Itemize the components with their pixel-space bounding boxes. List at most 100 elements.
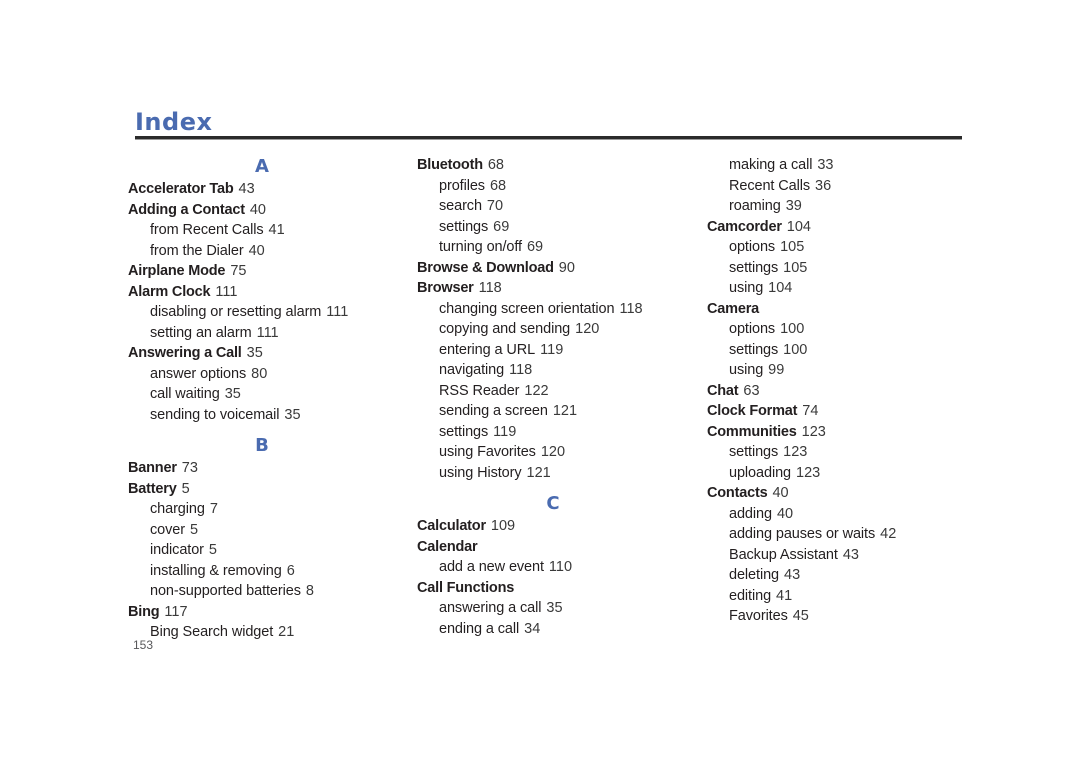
index-entry-page: 73 (181, 460, 198, 476)
index-entry-label: Favorites (729, 608, 788, 624)
index-entry-page: 109 (490, 518, 516, 534)
index-subentry[interactable]: RSS Reader 122 (417, 381, 689, 402)
index-entry[interactable]: Adding a Contact 40 (128, 200, 396, 221)
index-subentry[interactable]: add a new event 110 (417, 557, 689, 578)
index-subentry[interactable]: using Favorites 120 (417, 442, 689, 463)
index-entry-label: from the Dialer (150, 242, 244, 259)
index-entry[interactable]: Camera (707, 299, 975, 320)
index-subentry[interactable]: profiles 68 (417, 176, 689, 197)
index-subentry[interactable]: settings 119 (417, 422, 689, 443)
index-subentry[interactable]: settings 105 (707, 258, 975, 279)
index-entry[interactable]: Bluetooth 68 (417, 155, 689, 176)
index-entry-page: 123 (796, 464, 821, 481)
index-entry-page: 41 (268, 222, 285, 238)
index-entry-label: settings (729, 444, 779, 460)
index-subentry[interactable]: search 70 (417, 196, 689, 217)
index-entry-label: RSS Reader (439, 382, 520, 399)
index-subentry[interactable]: ending a call 34 (417, 619, 689, 640)
index-entry[interactable]: Clock Format 74 (707, 401, 975, 422)
index-entry-label: navigating (439, 362, 505, 378)
index-entry[interactable]: Calendar (417, 537, 689, 558)
index-entry-label: Contacts (707, 485, 768, 501)
index-entry[interactable]: Call Functions (417, 578, 689, 599)
index-subentry[interactable]: turning on/off 69 (417, 237, 689, 258)
index-subentry[interactable]: settings 123 (707, 442, 975, 463)
index-subentry[interactable]: settings 100 (707, 340, 975, 361)
index-entry-page: 5 (208, 542, 217, 558)
index-subentry[interactable]: using 104 (707, 278, 975, 299)
index-subentry[interactable]: deleting 43 (707, 565, 975, 586)
index-subentry[interactable]: using History 121 (417, 463, 689, 484)
index-entry-page: 40 (772, 485, 789, 501)
index-subentry[interactable]: copying and sending 120 (417, 319, 689, 340)
index-entry-page: 40 (249, 201, 266, 218)
index-entry-page: 105 (783, 259, 808, 276)
index-subentry[interactable]: making a call 33 (707, 155, 975, 176)
index-entry-label: Answering a Call (128, 345, 242, 361)
index-entry[interactable]: Calculator 109 (417, 516, 689, 537)
index-entry-page: 100 (783, 341, 808, 358)
index-entry-page: 45 (792, 608, 809, 624)
index-subentry[interactable]: settings 69 (417, 217, 689, 238)
page-number: 153 (133, 638, 154, 652)
index-subentry[interactable]: adding pauses or waits 42 (707, 524, 975, 545)
index-subentry[interactable]: roaming 39 (707, 196, 975, 217)
index-subentry[interactable]: Bing Search widget 21 (128, 622, 396, 643)
index-subentry[interactable]: non-supported batteries 8 (128, 581, 396, 602)
letter-heading-a: A (255, 156, 269, 177)
index-entry-label: settings (439, 423, 489, 440)
index-entry[interactable]: Browser 118 (417, 278, 689, 299)
index-subentry[interactable]: options 100 (707, 319, 975, 340)
index-entry[interactable]: Alarm Clock 111 (128, 282, 396, 303)
index-entry-label: using History (439, 464, 522, 481)
index-entry[interactable]: Chat 63 (707, 381, 975, 402)
index-entry[interactable]: Airplane Mode 75 (128, 261, 396, 282)
index-subentry[interactable]: installing & removing 6 (128, 561, 396, 582)
index-entry-page: 80 (251, 365, 268, 382)
index-entry-label: Calculator (417, 518, 486, 534)
index-subentry[interactable]: from Recent Calls 41 (128, 220, 396, 241)
index-subentry[interactable]: answer options 80 (128, 364, 396, 385)
index-entry-page: 121 (552, 403, 578, 419)
index-subentry[interactable]: answering a call 35 (417, 598, 689, 619)
index-entry[interactable]: Contacts 40 (707, 483, 975, 504)
index-subentry[interactable]: indicator 5 (128, 540, 396, 561)
index-entry-label: search (439, 198, 482, 214)
index-subentry[interactable]: Backup Assistant 43 (707, 545, 975, 566)
index-subentry[interactable]: uploading 123 (707, 463, 975, 484)
index-subentry[interactable]: disabling or resetting alarm 111 (128, 302, 396, 323)
index-entry-label: indicator (150, 542, 204, 558)
index-column-1: A Accelerator Tab 43 Adding a Contact 40 from… (128, 155, 396, 643)
index-entry-label: Camera (707, 300, 759, 317)
index-subentry[interactable]: Recent Calls 36 (707, 176, 975, 197)
index-entry[interactable]: Battery 5 (128, 479, 396, 500)
index-entry[interactable]: Accelerator Tab 43 (128, 179, 396, 200)
index-entry-page: 75 (230, 263, 247, 279)
index-subentry[interactable]: editing 41 (707, 586, 975, 607)
index-entry[interactable]: Browse & Download 90 (417, 258, 689, 279)
index-entry-page: 105 (780, 239, 805, 255)
index-entry-page: 43 (238, 181, 255, 197)
index-entry-label: roaming (729, 198, 781, 214)
index-subentry[interactable]: charging 7 (128, 499, 396, 520)
index-subentry[interactable]: sending to voicemail 35 (128, 405, 396, 426)
index-subentry[interactable]: options 105 (707, 237, 975, 258)
index-subentry[interactable]: using 99 (707, 360, 975, 381)
index-entry[interactable]: Camcorder 104 (707, 217, 975, 238)
index-entry-page: 99 (768, 362, 785, 378)
index-entry-page: 74 (802, 403, 819, 419)
index-subentry[interactable]: entering a URL 119 (417, 340, 689, 361)
index-entry[interactable]: Communities 123 (707, 422, 975, 443)
index-subentry[interactable]: sending a screen 121 (417, 401, 689, 422)
index-subentry[interactable]: from the Dialer 40 (128, 241, 396, 262)
index-entry[interactable]: Bing 117 (128, 602, 396, 623)
index-subentry[interactable]: navigating 118 (417, 360, 689, 381)
index-subentry[interactable]: cover 5 (128, 520, 396, 541)
index-subentry[interactable]: changing screen orientation 118 (417, 299, 689, 320)
index-subentry[interactable]: setting an alarm 111 (128, 323, 396, 344)
index-entry[interactable]: Banner 73 (128, 458, 396, 479)
index-subentry[interactable]: Favorites 45 (707, 606, 975, 627)
index-entry[interactable]: Answering a Call 35 (128, 343, 396, 364)
index-subentry[interactable]: adding 40 (707, 504, 975, 525)
index-subentry[interactable]: call waiting 35 (128, 384, 396, 405)
